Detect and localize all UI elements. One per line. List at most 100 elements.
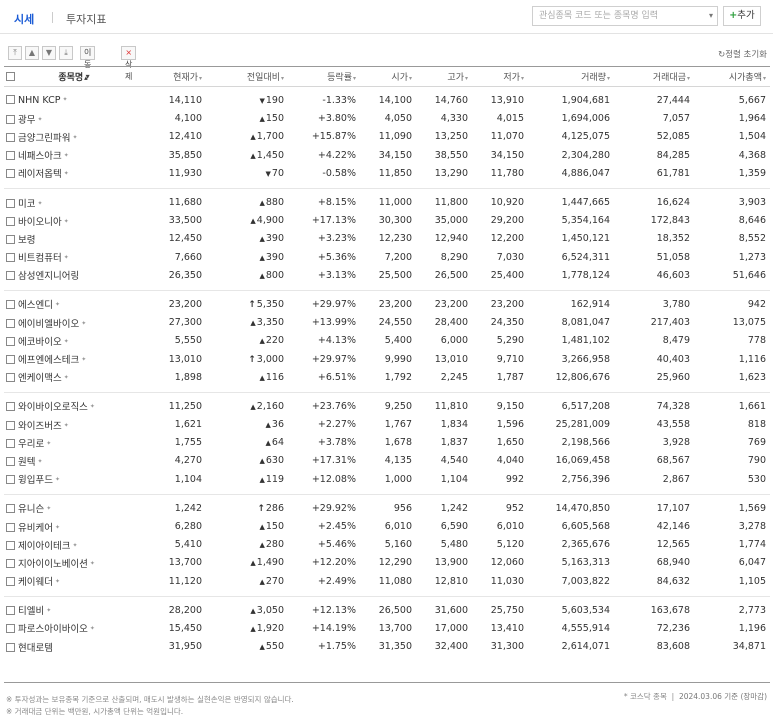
stock-name-cell[interactable]: 삼성엔지니어링 <box>4 266 144 284</box>
table-row[interactable]: 티엘비 ✦ 28,200 ▲3,050 +12.13% 26,500 31,600 25,75… <box>4 601 770 619</box>
table-row[interactable]: 바이오니아 ✦ 33,500 ▲4,900 +17.13% 30,300 35,000 29,… <box>4 212 770 230</box>
select-all-checkbox[interactable] <box>6 72 15 81</box>
stock-name-cell[interactable]: 유니슨 ✦ <box>4 499 144 517</box>
stock-name[interactable]: 에이비엘바이오 <box>18 319 79 330</box>
stock-name[interactable]: 보령 <box>18 235 35 246</box>
stock-name[interactable]: 우리로 <box>18 439 44 450</box>
move-top-icon[interactable]: ⤒ <box>8 46 22 60</box>
header-low[interactable]: 저가▾ <box>472 66 528 87</box>
row-checkbox[interactable] <box>6 253 15 263</box>
stock-name-cell[interactable]: 미코 ✦ <box>4 193 144 211</box>
row-checkbox[interactable] <box>6 420 15 430</box>
move-down-icon[interactable]: ▼ <box>42 46 56 60</box>
stock-search-input[interactable] <box>533 7 693 25</box>
delete-button[interactable]: ×삭제 <box>121 46 137 81</box>
stock-name[interactable]: 에스엔디 <box>18 300 53 311</box>
stock-name-cell[interactable]: 보령 <box>4 230 144 248</box>
header-open[interactable]: 시가▾ <box>360 66 416 87</box>
row-checkbox[interactable] <box>6 504 15 514</box>
stock-name[interactable]: 레이저옵텍 <box>18 169 62 180</box>
row-checkbox[interactable] <box>6 234 15 244</box>
table-row[interactable]: 우리로 ✦ 1,755 ▲64 +3.78% 1,678 1,837 1,650 2,198,5… <box>4 434 770 452</box>
stock-name[interactable]: 에코바이오 <box>18 337 62 348</box>
stock-name-cell[interactable]: 유비케어 ✦ <box>4 517 144 535</box>
row-checkbox[interactable] <box>6 95 15 105</box>
stock-name[interactable]: 금양그린파워 <box>18 133 70 144</box>
stock-name[interactable]: 와이즈버즈 <box>18 421 62 432</box>
header-volume[interactable]: 거래량▾ <box>528 66 614 87</box>
stock-name-cell[interactable]: 금양그린파워 ✦ <box>4 128 144 146</box>
stock-name[interactable]: 삼성엔지니어링 <box>18 271 79 282</box>
stock-name-cell[interactable]: 에이비엘바이오 ✦ <box>4 314 144 332</box>
stock-name[interactable]: 유니슨 <box>18 504 44 515</box>
table-row[interactable]: 와이바이오로직스 ✦ 11,250 ▲2,160 +23.76% 9,250 11,810 9… <box>4 397 770 415</box>
sort-reset-button[interactable]: ↻정렬 초기화 <box>718 48 767 60</box>
move-up-icon[interactable]: ▲ <box>25 46 39 60</box>
stock-name[interactable]: 비트컴퓨터 <box>18 253 62 264</box>
stock-name[interactable]: 유비케어 <box>18 523 53 534</box>
stock-name-cell[interactable]: 와이바이오로직스 ✦ <box>4 397 144 415</box>
header-change[interactable]: 전일대비▾ <box>206 66 288 87</box>
stock-name[interactable]: 지아이이노베이션 <box>18 559 88 570</box>
row-checkbox[interactable] <box>6 169 15 179</box>
stock-name[interactable]: 광무 <box>18 115 35 126</box>
table-row[interactable]: 보령 12,450 ▲390 +3.23% 12,230 12,940 12,200 1,45… <box>4 230 770 248</box>
row-checkbox[interactable] <box>6 300 15 310</box>
row-checkbox[interactable] <box>6 577 15 587</box>
header-value[interactable]: 거래대금▾ <box>614 66 694 87</box>
table-row[interactable]: 에코바이오 ✦ 5,550 ▲220 +4.13% 5,400 6,000 5,290 1,48… <box>4 332 770 350</box>
stock-name-cell[interactable]: 원텍 ✦ <box>4 452 144 470</box>
stock-name[interactable]: 미코 <box>18 199 35 210</box>
row-checkbox[interactable] <box>6 151 15 161</box>
header-cap[interactable]: 시가총액▾ <box>694 66 770 87</box>
stock-name-cell[interactable]: 엔케이맥스 ✦ <box>4 368 144 386</box>
table-row[interactable]: 윙입푸드 ✦ 1,104 ▲119 +12.08% 1,000 1,104 992 2,756,… <box>4 470 770 488</box>
row-checkbox[interactable] <box>6 355 15 365</box>
stock-name-cell[interactable]: 티엘비 ✦ <box>4 601 144 619</box>
row-checkbox[interactable] <box>6 402 15 412</box>
stock-name[interactable]: 티엘비 <box>18 606 44 617</box>
table-row[interactable]: 케이웨더 ✦ 11,120 ▲270 +2.49% 11,080 12,810 11,030 7… <box>4 572 770 590</box>
stock-name[interactable]: 현대로템 <box>18 643 53 654</box>
header-price[interactable]: 현재가▾ <box>144 66 206 87</box>
add-stock-button[interactable]: +추가 <box>723 6 761 26</box>
stock-name[interactable]: 바이오니아 <box>18 217 62 228</box>
table-row[interactable]: 유비케어 ✦ 6,280 ▲150 +2.45% 6,010 6,590 6,010 6,605… <box>4 517 770 535</box>
stock-name-cell[interactable]: 제이아이테크 ✦ <box>4 536 144 554</box>
stock-name-cell[interactable]: 현대로템 <box>4 638 144 656</box>
stock-name-cell[interactable]: 윙입푸드 ✦ <box>4 470 144 488</box>
tab-price[interactable]: 시세 <box>14 11 34 27</box>
stock-name[interactable]: 윙입푸드 <box>18 475 53 486</box>
stock-name-cell[interactable]: 네패스아크 ✦ <box>4 146 144 164</box>
table-row[interactable]: 현대로템 31,950 ▲550 +1.75% 31,350 32,400 31,300 2,… <box>4 638 770 656</box>
stock-name[interactable]: 케이웨더 <box>18 577 53 588</box>
header-name[interactable]: 종목명▴ <box>4 66 144 87</box>
table-row[interactable]: 에프엔에스테크 ✦ 13,010 ↑3,000 +29.97% 9,990 13,010 9,… <box>4 350 770 368</box>
row-checkbox[interactable] <box>6 624 15 634</box>
row-checkbox[interactable] <box>6 373 15 383</box>
row-checkbox[interactable] <box>6 216 15 226</box>
row-checkbox[interactable] <box>6 198 15 208</box>
table-row[interactable]: 제이아이테크 ✦ 5,410 ▲280 +5.46% 5,160 5,480 5,120 2,3… <box>4 536 770 554</box>
stock-name-cell[interactable]: 비트컴퓨터 ✦ <box>4 248 144 266</box>
stock-name-cell[interactable]: 레이저옵텍 ✦ <box>4 164 144 182</box>
table-row[interactable]: 엔케이맥스 ✦ 1,898 ▲116 +6.51% 1,792 2,245 1,787 12,8… <box>4 368 770 386</box>
stock-name-cell[interactable]: NHN KCP ✦ <box>4 92 144 110</box>
table-row[interactable]: 비트컴퓨터 ✦ 7,660 ▲390 +5.36% 7,200 8,290 7,030 6,52… <box>4 248 770 266</box>
row-checkbox[interactable] <box>6 438 15 448</box>
stock-name[interactable]: NHN KCP <box>18 95 60 106</box>
table-row[interactable]: 광무 ✦ 4,100 ▲150 +3.80% 4,050 4,330 4,015 1,694,0… <box>4 110 770 128</box>
tab-investment-indicators[interactable]: 투자지표 <box>66 11 106 27</box>
stock-name-cell[interactable]: 지아이이노베이션 ✦ <box>4 554 144 572</box>
row-checkbox[interactable] <box>6 606 15 616</box>
table-row[interactable]: 원텍 ✦ 4,270 ▲630 +17.31% 4,135 4,540 4,040 16,069… <box>4 452 770 470</box>
table-row[interactable]: 삼성엔지니어링 26,350 ▲800 +3.13% 25,500 26,500 25,40… <box>4 266 770 284</box>
stock-name[interactable]: 네패스아크 <box>18 151 62 162</box>
stock-name-cell[interactable]: 케이웨더 ✦ <box>4 572 144 590</box>
table-row[interactable]: 에이비엘바이오 ✦ 27,300 ▲3,350 +13.99% 24,550 28,400 2… <box>4 314 770 332</box>
move-bottom-icon[interactable]: ⤓ <box>59 46 73 60</box>
stock-name-cell[interactable]: 에프엔에스테크 ✦ <box>4 350 144 368</box>
stock-name[interactable]: 에프엔에스테크 <box>18 355 79 366</box>
stock-name-cell[interactable]: 에스엔디 ✦ <box>4 295 144 313</box>
row-checkbox[interactable] <box>6 132 15 142</box>
